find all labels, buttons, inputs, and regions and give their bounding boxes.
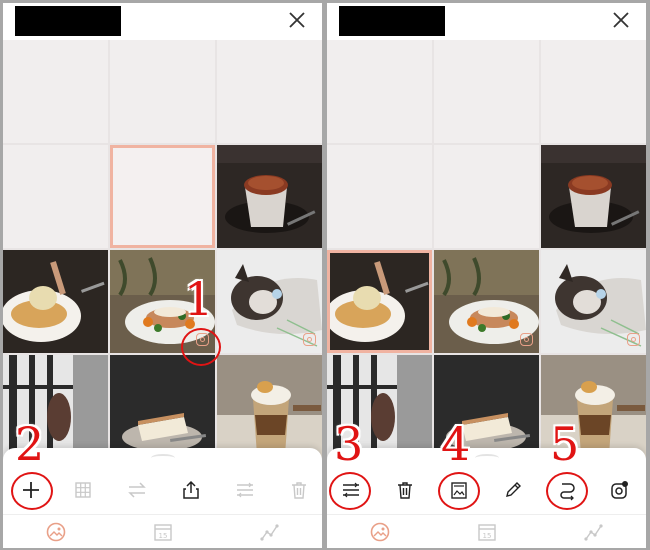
toolbar-divider [3, 514, 322, 515]
top-bar [327, 3, 646, 39]
grid-cell-empty[interactable] [327, 40, 432, 143]
grid-cell-empty[interactable] [110, 40, 215, 143]
photos-icon [46, 522, 66, 542]
annotation-number-5: 5 [550, 417, 580, 471]
delete-button[interactable] [383, 468, 427, 512]
trash-icon [292, 482, 306, 499]
right-screen: 15 3 4 5 [327, 3, 646, 548]
photo-icecream-dessert[interactable] [3, 250, 108, 353]
grid-cell-empty[interactable] [327, 145, 432, 248]
annotation-circle-4 [438, 472, 480, 510]
edit-button[interactable] [491, 468, 535, 512]
chart-icon [584, 524, 603, 541]
close-icon[interactable] [286, 9, 308, 31]
redacted-title [15, 6, 121, 36]
delete-button[interactable] [277, 468, 321, 512]
share-icon [183, 480, 199, 499]
grid-cell-empty[interactable] [541, 40, 646, 143]
calendar-day-label: 15 [159, 532, 168, 540]
instagram-button[interactable] [597, 468, 641, 512]
annotation-number-1: 1 [184, 272, 214, 326]
annotation-number-3: 3 [334, 417, 364, 471]
tab-bar: 15 [327, 516, 646, 548]
grid-icon [75, 482, 91, 498]
photo-icecream-dessert-selected[interactable] [327, 250, 432, 353]
grid-cell-empty[interactable] [434, 40, 539, 143]
toolbar [327, 468, 646, 512]
grid-cell-selected[interactable] [110, 145, 215, 248]
calendar-icon: 15 [154, 524, 172, 541]
annotation-number-2: 2 [15, 417, 45, 471]
grid-cell-empty[interactable] [434, 145, 539, 248]
photo-restaurant-plate[interactable] [434, 250, 539, 353]
pen-icon [506, 482, 521, 497]
tab-bar: 15 [3, 516, 322, 548]
sheet-handle[interactable] [475, 454, 499, 462]
annotation-number-4: 4 [441, 417, 471, 471]
sheet-handle[interactable] [151, 454, 175, 462]
photo-tiramisu[interactable] [217, 145, 322, 248]
toolbar-divider [327, 514, 646, 515]
grid-cell-empty[interactable] [217, 40, 322, 143]
photo-grid [327, 40, 646, 460]
grid-cell-empty[interactable] [3, 40, 108, 143]
annotation-circle-3 [329, 472, 371, 510]
instagram-icon [611, 481, 628, 499]
annotation-circle-1 [181, 328, 221, 366]
annotation-circle-2 [11, 472, 53, 510]
share-button[interactable] [169, 468, 213, 512]
tab-photos[interactable] [42, 519, 70, 545]
left-screen: 15 1 2 [3, 3, 322, 548]
swap-button[interactable] [115, 468, 159, 512]
calendar-day-label: 15 [483, 532, 492, 540]
photo-cat[interactable] [541, 250, 646, 353]
grid-button[interactable] [61, 468, 105, 512]
trash-icon [398, 482, 412, 499]
tab-photos[interactable] [366, 519, 394, 545]
chart-icon [260, 524, 279, 541]
photos-icon [370, 522, 390, 542]
tab-calendar[interactable]: 15 [473, 519, 501, 545]
instagram-icon[interactable] [303, 333, 316, 346]
annotation-circle-5 [546, 472, 588, 510]
swap-icon [128, 482, 146, 498]
instagram-icon[interactable] [627, 333, 640, 346]
adjust-button[interactable] [223, 468, 267, 512]
redacted-title [339, 6, 445, 36]
photo-grid [3, 40, 322, 460]
grid-cell-empty[interactable] [3, 145, 108, 248]
photo-tiramisu[interactable] [541, 145, 646, 248]
tab-calendar[interactable]: 15 [149, 519, 177, 545]
tab-stats[interactable] [256, 519, 284, 545]
top-bar [3, 3, 322, 39]
calendar-icon: 15 [478, 524, 496, 541]
instagram-icon[interactable] [520, 333, 533, 346]
tab-stats[interactable] [580, 519, 608, 545]
photo-cheesecake[interactable] [110, 355, 215, 458]
close-icon[interactable] [610, 9, 632, 31]
bottom-sheet: 15 [327, 448, 646, 548]
photo-cat[interactable] [217, 250, 322, 353]
photo-parfait[interactable] [217, 355, 322, 458]
adjust-icon [237, 482, 253, 498]
